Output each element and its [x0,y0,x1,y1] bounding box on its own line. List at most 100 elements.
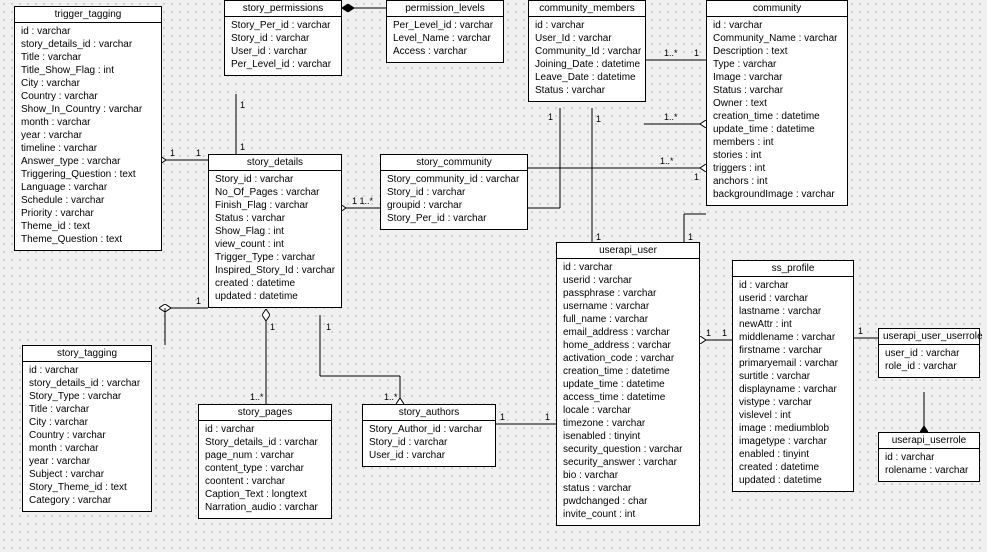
svg-text:1: 1 [500,412,505,422]
class-attribute: id : varchar [205,423,325,436]
class-body: id : varcharrolename : varchar [879,449,979,481]
class-attribute: userid : varchar [563,274,693,287]
class-attribute: Schedule : varchar [21,194,155,207]
class-attribute: Story_Per_id : varchar [231,19,335,32]
class-community-members: community_members id : varcharUser_Id : … [528,0,646,102]
class-title: story_details [209,155,341,171]
class-title: trigger_tagging [15,7,161,23]
class-attribute: Priority : varchar [21,207,155,220]
class-attribute: surtitle : varchar [739,370,847,383]
svg-text:1: 1 [196,148,201,158]
svg-text:1: 1 [688,232,693,242]
class-attribute: Language : varchar [21,181,155,194]
class-attribute: Community_Id : varchar [535,45,639,58]
svg-text:1: 1 [694,48,699,58]
class-attribute: user_id : varchar [885,347,973,360]
class-story-tagging: story_tagging id : varcharstory_details_… [22,345,152,512]
class-attribute: Subject : varchar [29,468,145,481]
class-title: story_pages [199,405,331,421]
class-attribute: updated : datetime [215,290,335,303]
class-ss-profile: ss_profile id : varcharuserid : varcharl… [732,260,854,492]
class-attribute: userid : varchar [739,292,847,305]
class-attribute: Status : varchar [535,84,639,97]
class-attribute: Trigger_Type : varchar [215,251,335,264]
class-attribute: Per_Level_id : varchar [393,19,497,32]
class-attribute: passphrase : varchar [563,287,693,300]
class-attribute: imagetype : varchar [739,435,847,448]
class-attribute: timezone : varchar [563,417,693,430]
class-attribute: creation_time : datetime [563,365,693,378]
class-attribute: Story_id : varchar [231,32,335,45]
class-attribute: Caption_Text : longtext [205,488,325,501]
svg-text:1: 1 [545,412,550,422]
svg-text:1..*: 1..* [660,156,674,166]
class-attribute: id : varchar [535,19,639,32]
class-attribute: Per_Level_id : varchar [231,58,335,71]
class-attribute: isenabled : tinyint [563,430,693,443]
svg-text:1: 1 [170,148,175,158]
class-body: id : varcharCommunity_Name : varcharDesc… [707,17,847,205]
class-attribute: Status : varchar [215,212,335,225]
class-attribute: month : varchar [29,442,145,455]
class-attribute: story_details_id : varchar [29,377,145,390]
class-attribute: coontent : varchar [205,475,325,488]
svg-text:1: 1 [596,232,601,242]
class-community: community id : varcharCommunity_Name : v… [706,0,848,206]
class-title: userapi_user_userrole [879,329,979,345]
class-attribute: Type : varchar [713,58,841,71]
class-body: Story_Per_id : varcharStory_id : varchar… [225,17,341,75]
class-attribute: Story_id : varchar [215,173,335,186]
class-story-community: story_community Story_community_id : var… [380,154,528,230]
svg-text:1: 1 [858,326,863,336]
class-body: id : varcharUser_Id : varcharCommunity_I… [529,17,645,101]
class-attribute: Title : varchar [29,403,145,416]
class-attribute: id : varchar [21,25,155,38]
class-attribute: anchors : int [713,175,841,188]
class-attribute: bio : varchar [563,469,693,482]
svg-text:1: 1 [326,322,331,332]
class-title: permission_levels [387,1,503,17]
class-story-details: story_details Story_id : varcharNo_Of_Pa… [208,154,342,308]
class-attribute: Inspired_Story_Id : varchar [215,264,335,277]
class-attribute: Story_Type : varchar [29,390,145,403]
class-attribute: month : varchar [21,116,155,129]
class-story-authors: story_authors Story_Author_id : varcharS… [362,404,496,467]
class-attribute: Finish_Flag : varchar [215,199,335,212]
class-attribute: backgroundImage : varchar [713,188,841,201]
class-title: story_authors [363,405,495,421]
class-title: community_members [529,1,645,17]
class-attribute: City : varchar [21,77,155,90]
class-attribute: security_answer : varchar [563,456,693,469]
class-story-pages: story_pages id : varcharStory_details_id… [198,404,332,519]
class-attribute: id : varchar [885,451,973,464]
class-attribute: id : varchar [713,19,841,32]
class-attribute: Answer_type : varchar [21,155,155,168]
class-attribute: Community_Name : varchar [713,32,841,45]
class-attribute: id : varchar [29,364,145,377]
class-attribute: invite_count : int [563,508,693,521]
class-attribute: username : varchar [563,300,693,313]
class-attribute: Story_id : varchar [369,436,489,449]
svg-text:1: 1 [706,328,711,338]
svg-text:1..*: 1..* [664,48,678,58]
svg-text:1..*: 1..* [384,392,398,402]
class-attribute: Show_In_Country : varchar [21,103,155,116]
svg-text:1 1..*: 1 1..* [352,196,374,206]
class-userapi-user: userapi_user id : varcharuserid : varcha… [556,242,700,526]
class-attribute: update_time : datetime [713,123,841,136]
class-title: ss_profile [733,261,853,277]
class-body: id : varcharStory_details_id : varcharpa… [199,421,331,518]
class-attribute: Theme_Question : text [21,233,155,246]
class-attribute: page_num : varchar [205,449,325,462]
class-attribute: No_Of_Pages : varchar [215,186,335,199]
class-attribute: image : mediumblob [739,422,847,435]
class-attribute: Status : varchar [713,84,841,97]
class-attribute: Country : varchar [29,429,145,442]
class-story-permissions: story_permissions Story_Per_id : varchar… [224,0,342,76]
svg-text:1: 1 [270,322,275,332]
svg-text:1: 1 [548,112,553,122]
class-attribute: newAttr : int [739,318,847,331]
svg-text:1: 1 [722,328,727,338]
class-attribute: displayname : varchar [739,383,847,396]
class-attribute: Story_Theme_id : text [29,481,145,494]
